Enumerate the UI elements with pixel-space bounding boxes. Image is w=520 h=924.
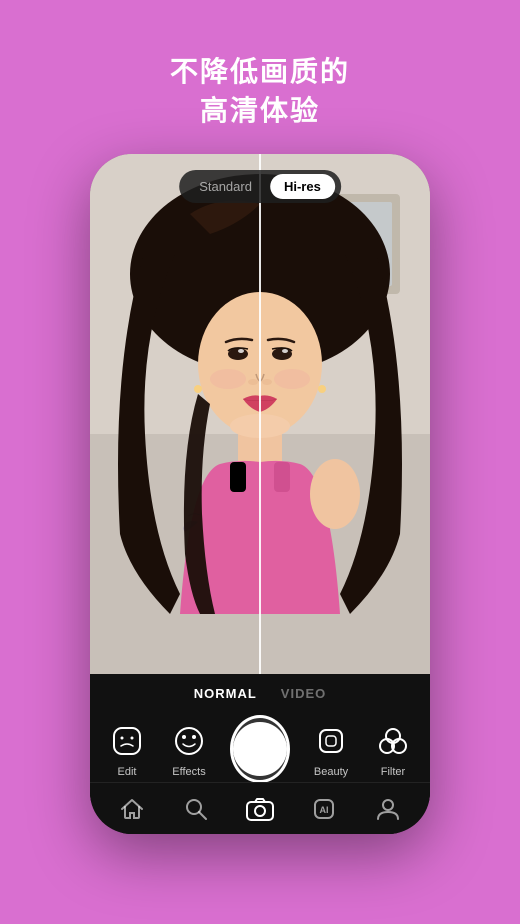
nav-home[interactable] [110,787,154,831]
beauty-label: Beauty [314,766,348,778]
camera-buttons-row: Edit Effects [90,715,430,783]
nav-search[interactable] [174,787,218,831]
filter-icon [372,720,414,762]
edit-label: Edit [118,766,137,778]
filter-label: Filter [381,766,405,778]
shutter-inner [233,722,287,776]
profile-icon [375,796,401,822]
home-icon [119,796,145,822]
header-text: 不降低画质的 高清体验 [170,52,350,130]
svg-text:AI: AI [320,805,329,815]
standard-toggle-btn[interactable]: Standard [185,174,266,199]
edit-icon [106,720,148,762]
photo-area: Standard Hi-res [90,154,430,674]
nav-ai[interactable]: AI [302,787,346,831]
camera-nav-icon [244,793,276,825]
mode-normal[interactable]: NORMAL [194,686,257,701]
effects-label: Effects [172,766,205,778]
beauty-icon [310,720,352,762]
hires-toggle-btn[interactable]: Hi-res [270,174,335,199]
bottom-nav: AI [90,782,430,834]
filter-button[interactable]: Filter [372,720,414,778]
nav-camera[interactable] [238,787,282,831]
photo-divider [259,154,261,674]
nav-profile[interactable] [366,787,410,831]
beauty-button[interactable]: Beauty [310,720,352,778]
phone-container: Standard Hi-res NORMAL VIDEO [90,154,430,834]
header-title-line2: 高清体验 [170,91,350,130]
ai-icon: AI [311,796,337,822]
header-title-line1: 不降低画质的 [170,52,350,91]
quality-toggle: Standard Hi-res [179,170,341,203]
mode-tabs: NORMAL VIDEO [194,674,327,701]
effects-button[interactable]: Effects [168,720,210,778]
search-icon [183,796,209,822]
effects-icon [168,720,210,762]
mode-video[interactable]: VIDEO [281,686,326,701]
edit-button[interactable]: Edit [106,720,148,778]
shutter-button[interactable] [230,715,290,783]
